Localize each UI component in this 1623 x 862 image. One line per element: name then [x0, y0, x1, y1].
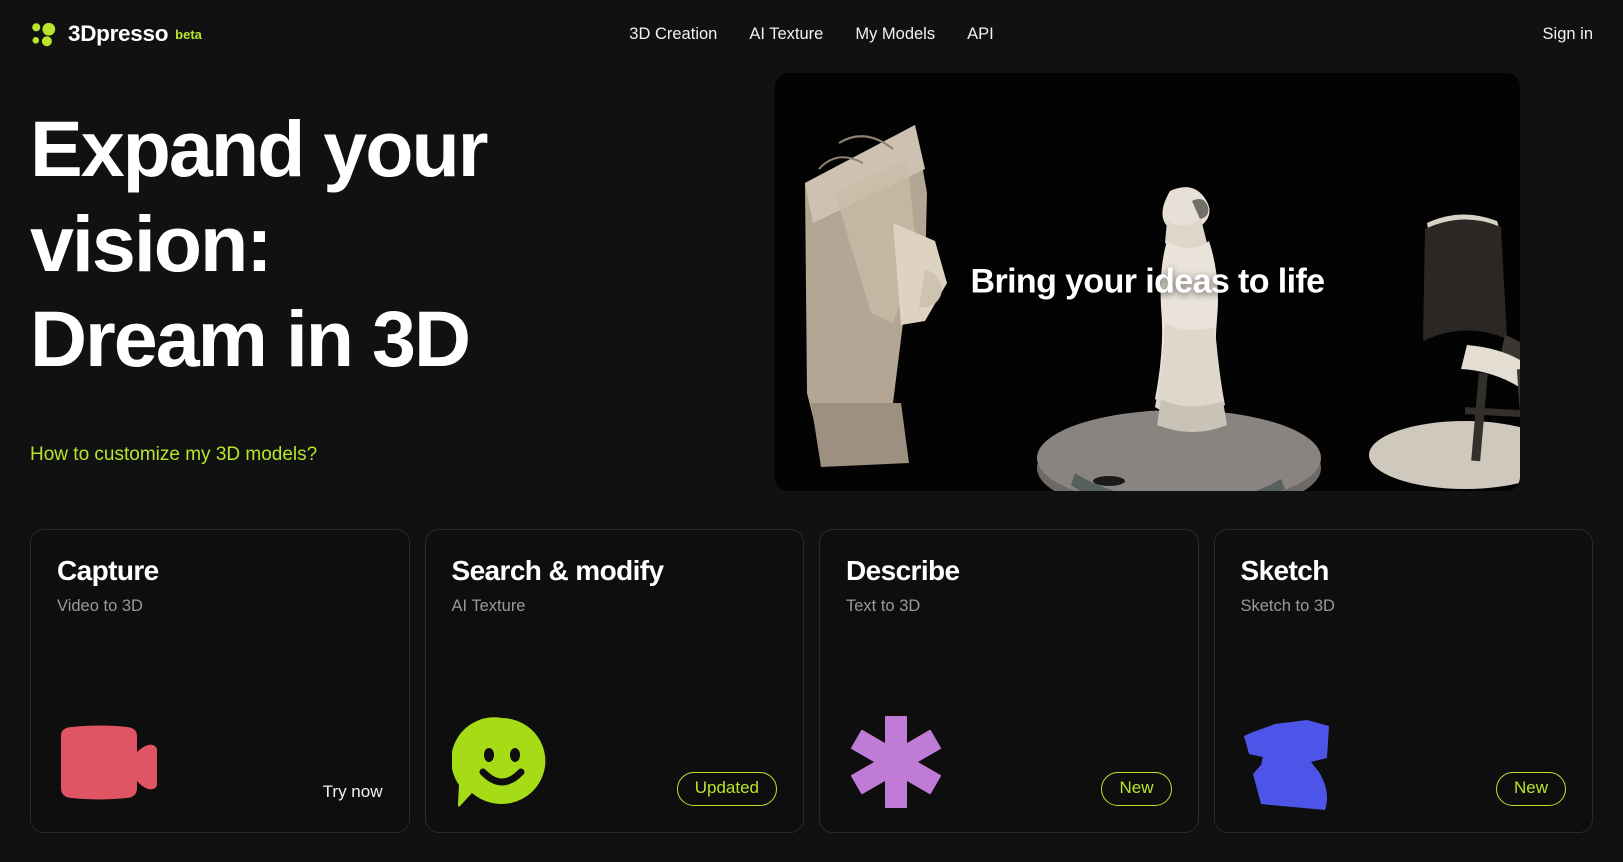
sketch-blob-icon [1243, 720, 1329, 810]
card-title: Capture [57, 555, 159, 586]
smiley-speech-bubble-icon [451, 717, 545, 807]
card-title: Describe [846, 555, 960, 586]
card-badge-new: New [1495, 772, 1566, 806]
card-subtitle: Sketch to 3D [1240, 597, 1335, 615]
nav-item-my-models[interactable]: My Models [855, 25, 935, 44]
brand-logo[interactable]: 3Dpresso beta [30, 21, 202, 48]
card-footer: Updated [451, 714, 777, 810]
feature-card-sketch[interactable]: Sketch Sketch to 3D New [1213, 529, 1593, 833]
card-title: Sketch [1240, 555, 1330, 586]
hero-section: Expand your vision: Dream in 3D How to c… [0, 68, 1623, 491]
feature-card-describe[interactable]: Describe Text to 3D New [819, 529, 1199, 833]
hero-copy: Expand your vision: Dream in 3D How to c… [30, 68, 775, 466]
video-camera-icon [61, 725, 157, 800]
card-action-try-now[interactable]: Try now [323, 782, 383, 802]
page-title: Expand your vision: Dream in 3D [30, 104, 488, 383]
asterisk-icon [851, 716, 941, 808]
card-footer: Try now [57, 714, 383, 810]
hero-help-link[interactable]: How to customize my 3D models? [30, 444, 317, 466]
main-nav: 3D Creation AI Texture My Models API [629, 25, 993, 44]
card-subtitle: Text to 3D [846, 597, 921, 615]
card-footer: New [1241, 714, 1566, 810]
nav-item-3d-creation[interactable]: 3D Creation [629, 25, 717, 44]
sign-in-button[interactable]: Sign in [1543, 25, 1593, 44]
feature-card-search-modify[interactable]: Search & modify AI Texture Updated [424, 529, 804, 833]
card-subtitle: AI Texture [451, 597, 526, 615]
nav-item-api[interactable]: API [967, 25, 994, 44]
hero-video[interactable]: Bring your ideas to life [775, 73, 1520, 491]
brand-name: 3Dpresso [68, 21, 169, 46]
card-badge-new: New [1101, 772, 1172, 806]
hero-video-frame [775, 73, 1520, 491]
card-subtitle: Video to 3D [57, 597, 143, 615]
site-header: 3Dpresso beta 3D Creation AI Texture My … [0, 0, 1623, 68]
feature-cards: Capture Video to 3D Try now Search & mod… [0, 491, 1623, 833]
card-badge-updated: Updated [676, 772, 777, 806]
card-footer: New [846, 714, 1172, 810]
dots-cluster-logo-icon [32, 22, 56, 46]
brand-beta-tag: beta [175, 26, 202, 42]
card-title: Search & modify [451, 555, 665, 586]
feature-card-capture[interactable]: Capture Video to 3D Try now [30, 529, 410, 833]
nav-item-ai-texture[interactable]: AI Texture [749, 25, 823, 44]
